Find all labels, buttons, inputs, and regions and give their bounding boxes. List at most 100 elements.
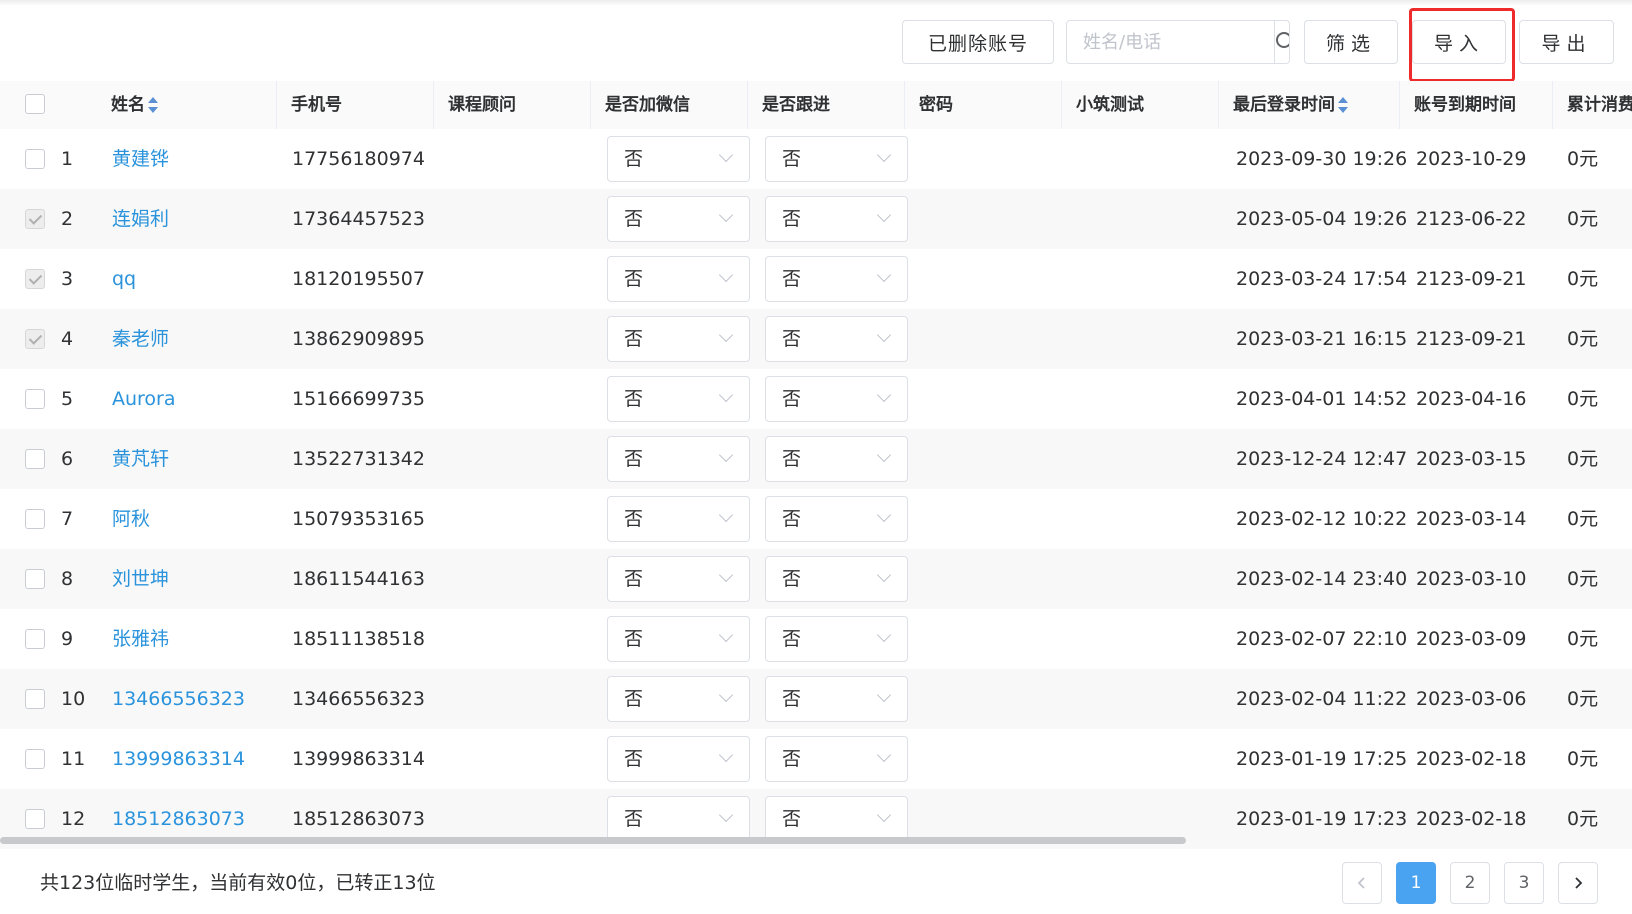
page-button[interactable]: 2 (1450, 862, 1490, 904)
filter-button[interactable]: 筛选 (1304, 20, 1398, 64)
deleted-accounts-button[interactable]: 已删除账号 (902, 20, 1054, 64)
wechat-select[interactable]: 否 (607, 256, 750, 302)
row-checkbox[interactable] (25, 329, 45, 349)
follow-select[interactable]: 否 (765, 496, 908, 542)
follow-select[interactable]: 否 (765, 436, 908, 482)
row-checkbox[interactable] (25, 209, 45, 229)
wechat-select[interactable]: 否 (607, 616, 750, 662)
row-checkbox[interactable] (25, 389, 45, 409)
expire-cell: 2023-03-10 (1416, 568, 1527, 590)
column-header-test: 小筑测试 (1062, 81, 1219, 129)
last-login-cell: 2023-03-21 16:15 (1236, 328, 1408, 350)
student-name-link[interactable]: 阿秋 (112, 489, 150, 549)
last-login-cell: 2023-03-24 17:54 (1236, 268, 1408, 290)
sort-icon[interactable] (148, 97, 158, 113)
page-button[interactable]: 3 (1504, 862, 1544, 904)
spend-cell: 0元 (1567, 148, 1599, 170)
table-row: 8 刘世坤 18611544163 否否 2023-02-14 23:40 2023-03… (0, 549, 1632, 609)
follow-select[interactable]: 否 (765, 796, 908, 842)
row-checkbox[interactable] (25, 449, 45, 469)
student-name-link[interactable]: 13999863314 (112, 729, 245, 789)
row-checkbox[interactable] (25, 749, 45, 769)
column-header-follow: 是否跟进 (748, 81, 905, 129)
import-button[interactable]: 导入 (1412, 20, 1506, 64)
student-name-link[interactable]: 秦老师 (112, 309, 169, 369)
wechat-select[interactable]: 否 (607, 196, 750, 242)
chevron-down-icon (718, 267, 734, 283)
student-name-link[interactable]: 张雅祎 (112, 609, 169, 669)
table-row: 5 Aurora 15166699735 否否 2023-04-01 14:52 2023… (0, 369, 1632, 429)
last-login-cell: 2023-02-12 10:22 (1236, 508, 1408, 530)
spend-cell: 0元 (1567, 568, 1599, 590)
page-button[interactable]: 1 (1396, 862, 1436, 904)
chevron-down-icon (876, 207, 892, 223)
expire-cell: 2123-09-21 (1416, 268, 1527, 290)
student-name-link[interactable]: Aurora (112, 369, 176, 429)
expire-cell: 2023-02-18 (1416, 748, 1527, 770)
chevron-down-icon (718, 327, 734, 343)
row-checkbox[interactable] (25, 809, 45, 829)
row-checkbox[interactable] (25, 629, 45, 649)
student-name-link[interactable]: 黄建铧 (112, 129, 169, 189)
select-all-checkbox[interactable] (25, 94, 45, 114)
follow-select[interactable]: 否 (765, 196, 908, 242)
row-index: 5 (61, 388, 74, 410)
summary-text: 共123位临时学生，当前有效0位，已转正13位 (40, 872, 436, 894)
wechat-select[interactable]: 否 (607, 496, 750, 542)
column-header-last-login[interactable]: 最后登录时间 (1219, 81, 1400, 129)
row-checkbox[interactable] (25, 269, 45, 289)
last-login-cell: 2023-12-24 12:47 (1236, 448, 1408, 470)
wechat-select[interactable]: 否 (607, 736, 750, 782)
spend-cell: 0元 (1567, 688, 1599, 710)
export-button[interactable]: 导出 (1519, 20, 1614, 64)
column-header-advisor: 课程顾问 (434, 81, 591, 129)
follow-select[interactable]: 否 (765, 316, 908, 362)
follow-select[interactable]: 否 (765, 676, 908, 722)
student-name-link[interactable]: 刘世坤 (112, 549, 169, 609)
horizontal-scrollbar[interactable] (0, 837, 1186, 844)
wechat-select[interactable]: 否 (607, 556, 750, 602)
table-row: 2 连娟利 17364457523 否否 2023-05-04 19:26 2123-06… (0, 189, 1632, 249)
follow-select[interactable]: 否 (765, 376, 908, 422)
student-name-link[interactable]: 黄芃轩 (112, 429, 169, 489)
row-index: 1 (61, 148, 74, 170)
row-checkbox[interactable] (25, 149, 45, 169)
student-name-link[interactable]: 连娟利 (112, 189, 169, 249)
spend-cell: 0元 (1567, 628, 1599, 650)
row-checkbox[interactable] (25, 509, 45, 529)
follow-select[interactable]: 否 (765, 736, 908, 782)
wechat-select[interactable]: 否 (607, 316, 750, 362)
chevron-down-icon (876, 507, 892, 523)
search-button[interactable] (1274, 21, 1289, 63)
wechat-select[interactable]: 否 (607, 796, 750, 842)
wechat-select[interactable]: 否 (607, 376, 750, 422)
search-box (1066, 20, 1290, 64)
chevron-down-icon (718, 807, 734, 823)
phone-cell: 18120195507 (292, 268, 425, 290)
top-shadow (0, 0, 1632, 6)
wechat-select[interactable]: 否 (607, 676, 750, 722)
row-index: 8 (61, 568, 74, 590)
row-checkbox[interactable] (25, 569, 45, 589)
spend-cell: 0元 (1567, 268, 1599, 290)
row-checkbox[interactable] (25, 689, 45, 709)
search-input[interactable] (1067, 21, 1274, 63)
follow-select[interactable]: 否 (765, 256, 908, 302)
follow-select[interactable]: 否 (765, 136, 908, 182)
student-name-link[interactable]: qq (112, 249, 136, 309)
row-index: 11 (61, 748, 86, 770)
student-name-link[interactable]: 13466556323 (112, 669, 245, 729)
column-header-phone: 手机号 (277, 81, 434, 129)
prev-page-button[interactable] (1342, 862, 1382, 904)
last-login-cell: 2023-02-04 11:22 (1236, 688, 1408, 710)
table-row: 9 张雅祎 18511138518 否否 2023-02-07 22:10 2023-03… (0, 609, 1632, 669)
follow-select[interactable]: 否 (765, 556, 908, 602)
wechat-select[interactable]: 否 (607, 436, 750, 482)
sort-icon[interactable] (1338, 97, 1348, 113)
wechat-select[interactable]: 否 (607, 136, 750, 182)
chevron-down-icon (876, 387, 892, 403)
phone-cell: 17364457523 (292, 208, 425, 230)
column-header-name[interactable]: 姓名 (97, 81, 277, 129)
next-page-button[interactable] (1558, 862, 1598, 904)
follow-select[interactable]: 否 (765, 616, 908, 662)
